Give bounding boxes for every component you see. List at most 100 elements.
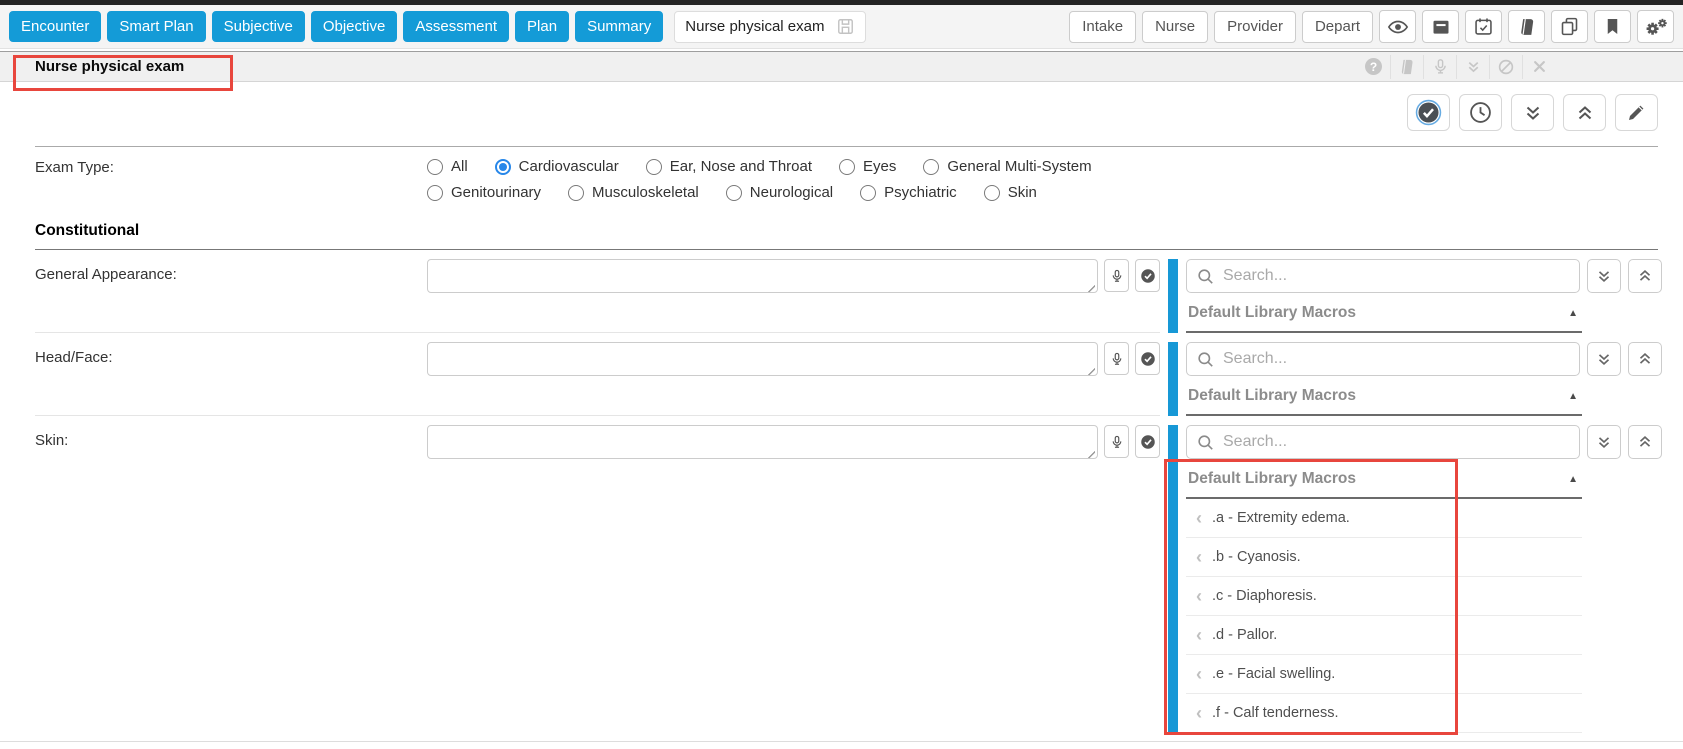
radio-option-genitourinary[interactable]: Genitourinary xyxy=(427,184,541,201)
field-label: General Appearance: xyxy=(35,259,427,283)
macro-list: ‹ .a - Extremity edema. ‹ .b - Cyanosis.… xyxy=(1186,499,1582,733)
collapse-macros-button[interactable] xyxy=(1628,425,1662,459)
macro-search-input[interactable] xyxy=(1187,426,1579,458)
dictate-field-button[interactable] xyxy=(1104,425,1129,458)
radio-option-skin[interactable]: Skin xyxy=(984,184,1037,201)
macro-item[interactable]: ‹ .f - Calf tenderness. xyxy=(1186,694,1582,733)
macros-header[interactable]: Default Library Macros ▲ xyxy=(1186,470,1582,499)
macro-item[interactable]: ‹ .d - Pallor. xyxy=(1186,616,1582,655)
macros-panel: Default Library Macros ▲ ‹ .a - Extremit… xyxy=(1168,416,1664,733)
archive-box-button[interactable] xyxy=(1422,10,1459,43)
stage-button-intake[interactable]: Intake xyxy=(1069,11,1136,43)
apply-field-button[interactable] xyxy=(1135,259,1160,292)
expand-macros-button[interactable] xyxy=(1587,259,1621,293)
expand-macros-button[interactable] xyxy=(1587,425,1621,459)
radio-option-cardiovascular[interactable]: Cardiovascular xyxy=(495,158,619,175)
help-button[interactable]: ? xyxy=(1357,55,1390,79)
collapse-caret-icon[interactable]: ▲ xyxy=(1568,391,1578,402)
radio-circle[interactable] xyxy=(839,159,855,175)
disable-section-button[interactable] xyxy=(1489,55,1522,79)
macro-item[interactable]: ‹ .a - Extremity edema. xyxy=(1186,499,1582,538)
constitutional-heading: Constitutional xyxy=(35,222,1658,250)
search-row xyxy=(1186,425,1664,459)
nav-button-assessment[interactable]: Assessment xyxy=(403,11,509,42)
nav-button-objective[interactable]: Objective xyxy=(311,11,398,42)
radio-circle[interactable] xyxy=(984,185,1000,201)
macro-search-input[interactable] xyxy=(1187,260,1579,292)
close-section-button[interactable] xyxy=(1522,55,1555,79)
nav-button-encounter[interactable]: Encounter xyxy=(9,11,101,42)
radio-circle[interactable] xyxy=(427,185,443,201)
settings-gears-button[interactable] xyxy=(1637,10,1674,43)
stage-button-nurse[interactable]: Nurse xyxy=(1142,11,1208,43)
dictate-button[interactable] xyxy=(1423,55,1456,79)
dictate-field-button[interactable] xyxy=(1104,342,1129,375)
collapse-caret-icon[interactable]: ▲ xyxy=(1568,308,1578,319)
radio-option-psychiatric[interactable]: Psychiatric xyxy=(860,184,957,201)
macro-item[interactable]: ‹ .c - Diaphoresis. xyxy=(1186,577,1582,616)
radio-circle[interactable] xyxy=(568,185,584,201)
stage-button-provider[interactable]: Provider xyxy=(1214,11,1296,43)
nav-button-plan[interactable]: Plan xyxy=(515,11,569,42)
collapse-macros-button[interactable] xyxy=(1628,259,1662,293)
radio-circle[interactable] xyxy=(646,159,662,175)
radio-label: Genitourinary xyxy=(451,184,541,201)
radio-circle[interactable] xyxy=(860,185,876,201)
radio-option-general-multi-system[interactable]: General Multi-System xyxy=(923,158,1091,175)
bookmark-button[interactable] xyxy=(1594,10,1631,43)
chevron-left-icon: ‹ xyxy=(1196,548,1202,566)
field-label: Skin: xyxy=(35,425,427,449)
calendar-check-icon xyxy=(1473,16,1494,37)
radio-circle[interactable] xyxy=(427,159,443,175)
save-icon[interactable] xyxy=(836,17,855,36)
chevrons-down-icon xyxy=(1595,350,1613,368)
collapse-caret-icon[interactable]: ▲ xyxy=(1568,474,1578,485)
chevron-left-icon: ‹ xyxy=(1196,704,1202,722)
radio-label: Ear, Nose and Throat xyxy=(670,158,812,175)
nav-button-subjective[interactable]: Subjective xyxy=(212,11,305,42)
search-icon xyxy=(1196,350,1215,369)
macros-header-label: Default Library Macros xyxy=(1188,470,1356,488)
macro-search-input[interactable] xyxy=(1187,343,1579,375)
collapse-all-button[interactable] xyxy=(1563,94,1606,131)
nav-button-smart-plan[interactable]: Smart Plan xyxy=(107,11,205,42)
radio-label: Psychiatric xyxy=(884,184,957,201)
nav-button-summary[interactable]: Summary xyxy=(575,11,663,42)
radio-option-all[interactable]: All xyxy=(427,158,468,175)
radio-circle[interactable] xyxy=(923,159,939,175)
edit-button[interactable] xyxy=(1615,94,1658,131)
panel-accent-bar xyxy=(1168,342,1178,416)
apply-field-button[interactable] xyxy=(1135,342,1160,375)
macros-header[interactable]: Default Library Macros ▲ xyxy=(1186,387,1582,416)
apply-field-button[interactable] xyxy=(1135,425,1160,458)
panel-body: Default Library Macros ▲ ‹ .a - Extremit… xyxy=(1186,425,1664,733)
collapse-macros-button[interactable] xyxy=(1628,342,1662,376)
radio-option-neurological[interactable]: Neurological xyxy=(726,184,833,201)
collapse-section-button[interactable] xyxy=(1456,55,1489,79)
expand-macros-button[interactable] xyxy=(1587,342,1621,376)
page-bottom-divider xyxy=(0,741,1683,742)
radio-option-ear-nose-throat[interactable]: Ear, Nose and Throat xyxy=(646,158,812,175)
head-face-textarea[interactable] xyxy=(427,342,1098,376)
stage-button-depart[interactable]: Depart xyxy=(1302,11,1373,43)
macros-header[interactable]: Default Library Macros ▲ xyxy=(1186,304,1582,333)
history-button[interactable] xyxy=(1459,94,1502,131)
copy-pages-button[interactable] xyxy=(1551,10,1588,43)
radio-circle[interactable] xyxy=(726,185,742,201)
dictate-field-button[interactable] xyxy=(1104,259,1129,292)
library-button[interactable] xyxy=(1390,55,1423,79)
book-button[interactable] xyxy=(1508,10,1545,43)
note-title-box[interactable]: Nurse physical exam xyxy=(674,11,866,43)
microphone-icon xyxy=(1432,58,1449,75)
radio-option-musculoskeletal[interactable]: Musculoskeletal xyxy=(568,184,699,201)
expand-all-button[interactable] xyxy=(1511,94,1554,131)
radio-option-eyes[interactable]: Eyes xyxy=(839,158,896,175)
general-appearance-textarea[interactable] xyxy=(427,259,1098,293)
radio-circle-selected[interactable] xyxy=(495,159,511,175)
macro-item[interactable]: ‹ .b - Cyanosis. xyxy=(1186,538,1582,577)
calendar-check-button[interactable] xyxy=(1465,10,1502,43)
macro-item[interactable]: ‹ .e - Facial swelling. xyxy=(1186,655,1582,694)
apply-all-button[interactable] xyxy=(1407,94,1450,131)
skin-textarea[interactable] xyxy=(427,425,1098,459)
eye-button[interactable] xyxy=(1379,10,1416,43)
